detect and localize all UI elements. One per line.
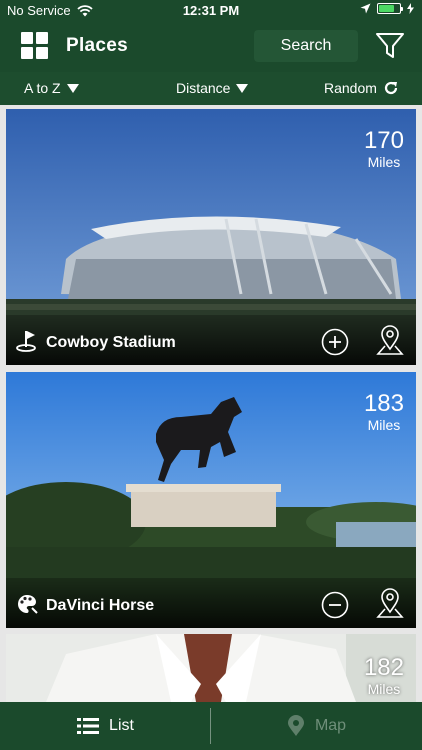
sort-a-to-z-label: A to Z [24, 80, 61, 96]
map-pin-icon[interactable] [375, 588, 405, 620]
tab-list[interactable]: List [0, 702, 211, 750]
charging-bolt-icon [407, 3, 414, 14]
sort-bar: A to Z Distance Random [0, 72, 422, 105]
sort-random[interactable]: Random [324, 80, 399, 96]
distance-readout: 170 Miles [363, 127, 404, 170]
clock: 12:31 PM [182, 3, 240, 18]
dropdown-triangle-icon [236, 83, 249, 93]
distance-unit: Miles [367, 417, 401, 433]
place-name: DaVinci Horse [46, 597, 155, 614]
art-palette-icon [17, 595, 38, 614]
sort-a-to-z[interactable]: A to Z [24, 80, 79, 96]
filter-icon[interactable] [375, 32, 405, 60]
search-button[interactable]: Search [254, 30, 358, 62]
tab-map[interactable]: Map [211, 702, 422, 750]
add-circle-icon[interactable] [321, 328, 349, 356]
grid-icon[interactable] [21, 32, 49, 60]
card-footer: DaVinci Horse [6, 578, 416, 628]
place-card[interactable]: 170 Miles Cowboy Stadium [6, 109, 416, 365]
card-footer: Cowboy Stadium [6, 315, 416, 365]
battery-icon [377, 3, 403, 14]
top-bar: No Service 12:31 PM Places Search A to Z… [0, 0, 422, 105]
status-bar: No Service 12:31 PM [0, 0, 422, 22]
place-name: Cowboy Stadium [46, 334, 176, 351]
place-card[interactable]: 183 Miles DaVinci Horse [6, 372, 416, 628]
list-icon [77, 718, 100, 734]
remove-circle-icon[interactable] [321, 591, 349, 619]
header: Places Search [0, 24, 422, 70]
distance-unit: Miles [367, 681, 401, 697]
tab-list-label: List [109, 717, 134, 734]
golf-flag-icon [16, 331, 36, 352]
tab-bar: List Map [0, 702, 422, 750]
page-title: Places [66, 35, 129, 56]
distance-value: 182 [363, 654, 404, 681]
distance-readout: 182 Miles [363, 654, 404, 697]
tab-map-label: Map [314, 717, 347, 734]
map-pin-icon[interactable] [375, 325, 405, 357]
map-pin-icon [287, 715, 304, 736]
dropdown-triangle-icon [66, 83, 79, 93]
location-arrow-icon [360, 3, 371, 14]
distance-value: 170 [363, 127, 404, 154]
distance-value: 183 [363, 390, 404, 417]
refresh-icon [384, 81, 398, 95]
place-photo [6, 634, 416, 702]
distance-unit: Miles [367, 154, 401, 170]
distance-readout: 183 Miles [363, 390, 404, 433]
place-card[interactable]: 182 Miles [6, 634, 416, 702]
sort-random-label: Random [324, 80, 377, 96]
sort-distance[interactable]: Distance [176, 80, 249, 96]
sort-distance-label: Distance [176, 80, 231, 96]
